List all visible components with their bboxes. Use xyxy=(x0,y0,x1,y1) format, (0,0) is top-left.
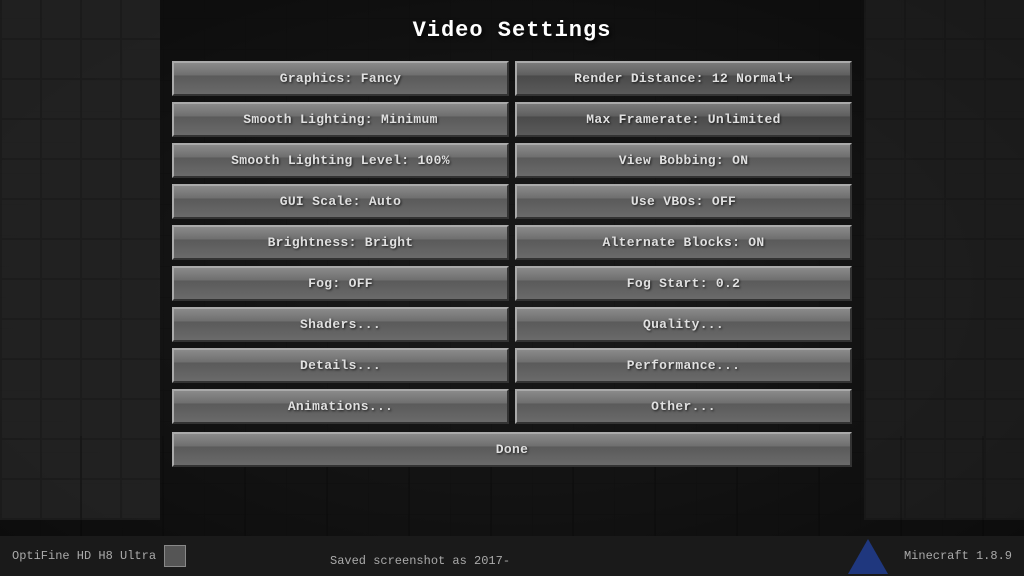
gui-scale-button[interactable]: GUI Scale: Auto xyxy=(172,184,509,219)
use-vbos-button[interactable]: Use VBOs: OFF xyxy=(515,184,852,219)
minecraft-version-text: Minecraft 1.8.9 xyxy=(904,549,1012,563)
saved-text-area: Saved screenshot as 2017- xyxy=(330,554,510,568)
page-title: Video Settings xyxy=(413,18,612,43)
main-container: Video Settings Graphics: Fancy Render Di… xyxy=(0,0,1024,576)
branding-text: OptiFine HD H8 Ultra xyxy=(12,549,156,563)
animations-button[interactable]: Animations... xyxy=(172,389,509,424)
small-square-icon xyxy=(164,545,186,567)
other-button[interactable]: Other... xyxy=(515,389,852,424)
smooth-lighting-button[interactable]: Smooth Lighting: Minimum xyxy=(172,102,509,137)
details-button[interactable]: Details... xyxy=(172,348,509,383)
brightness-button[interactable]: Brightness: Bright xyxy=(172,225,509,260)
max-framerate-button[interactable]: Max Framerate: Unlimited xyxy=(515,102,852,137)
fog-button[interactable]: Fog: OFF xyxy=(172,266,509,301)
graphics-button[interactable]: Graphics: Fancy xyxy=(172,61,509,96)
smooth-lighting-level-button[interactable]: Smooth Lighting Level: 100% xyxy=(172,143,509,178)
fog-start-button[interactable]: Fog Start: 0.2 xyxy=(515,266,852,301)
minecraft-logo-icon xyxy=(848,539,888,574)
done-button[interactable]: Done xyxy=(172,432,852,467)
performance-button[interactable]: Performance... xyxy=(515,348,852,383)
bottom-left: OptiFine HD H8 Ultra xyxy=(12,545,186,567)
render-distance-button[interactable]: Render Distance: 12 Normal+ xyxy=(515,61,852,96)
bottom-bar: OptiFine HD H8 Ultra Saved screenshot as… xyxy=(0,536,1024,576)
bottom-right: Minecraft 1.8.9 xyxy=(848,539,1012,574)
shaders-button[interactable]: Shaders... xyxy=(172,307,509,342)
quality-button[interactable]: Quality... xyxy=(515,307,852,342)
saved-screenshot-text: Saved screenshot as 2017- xyxy=(330,554,510,568)
alternate-blocks-button[interactable]: Alternate Blocks: ON xyxy=(515,225,852,260)
settings-grid: Graphics: Fancy Render Distance: 12 Norm… xyxy=(172,61,852,424)
view-bobbing-button[interactable]: View Bobbing: ON xyxy=(515,143,852,178)
